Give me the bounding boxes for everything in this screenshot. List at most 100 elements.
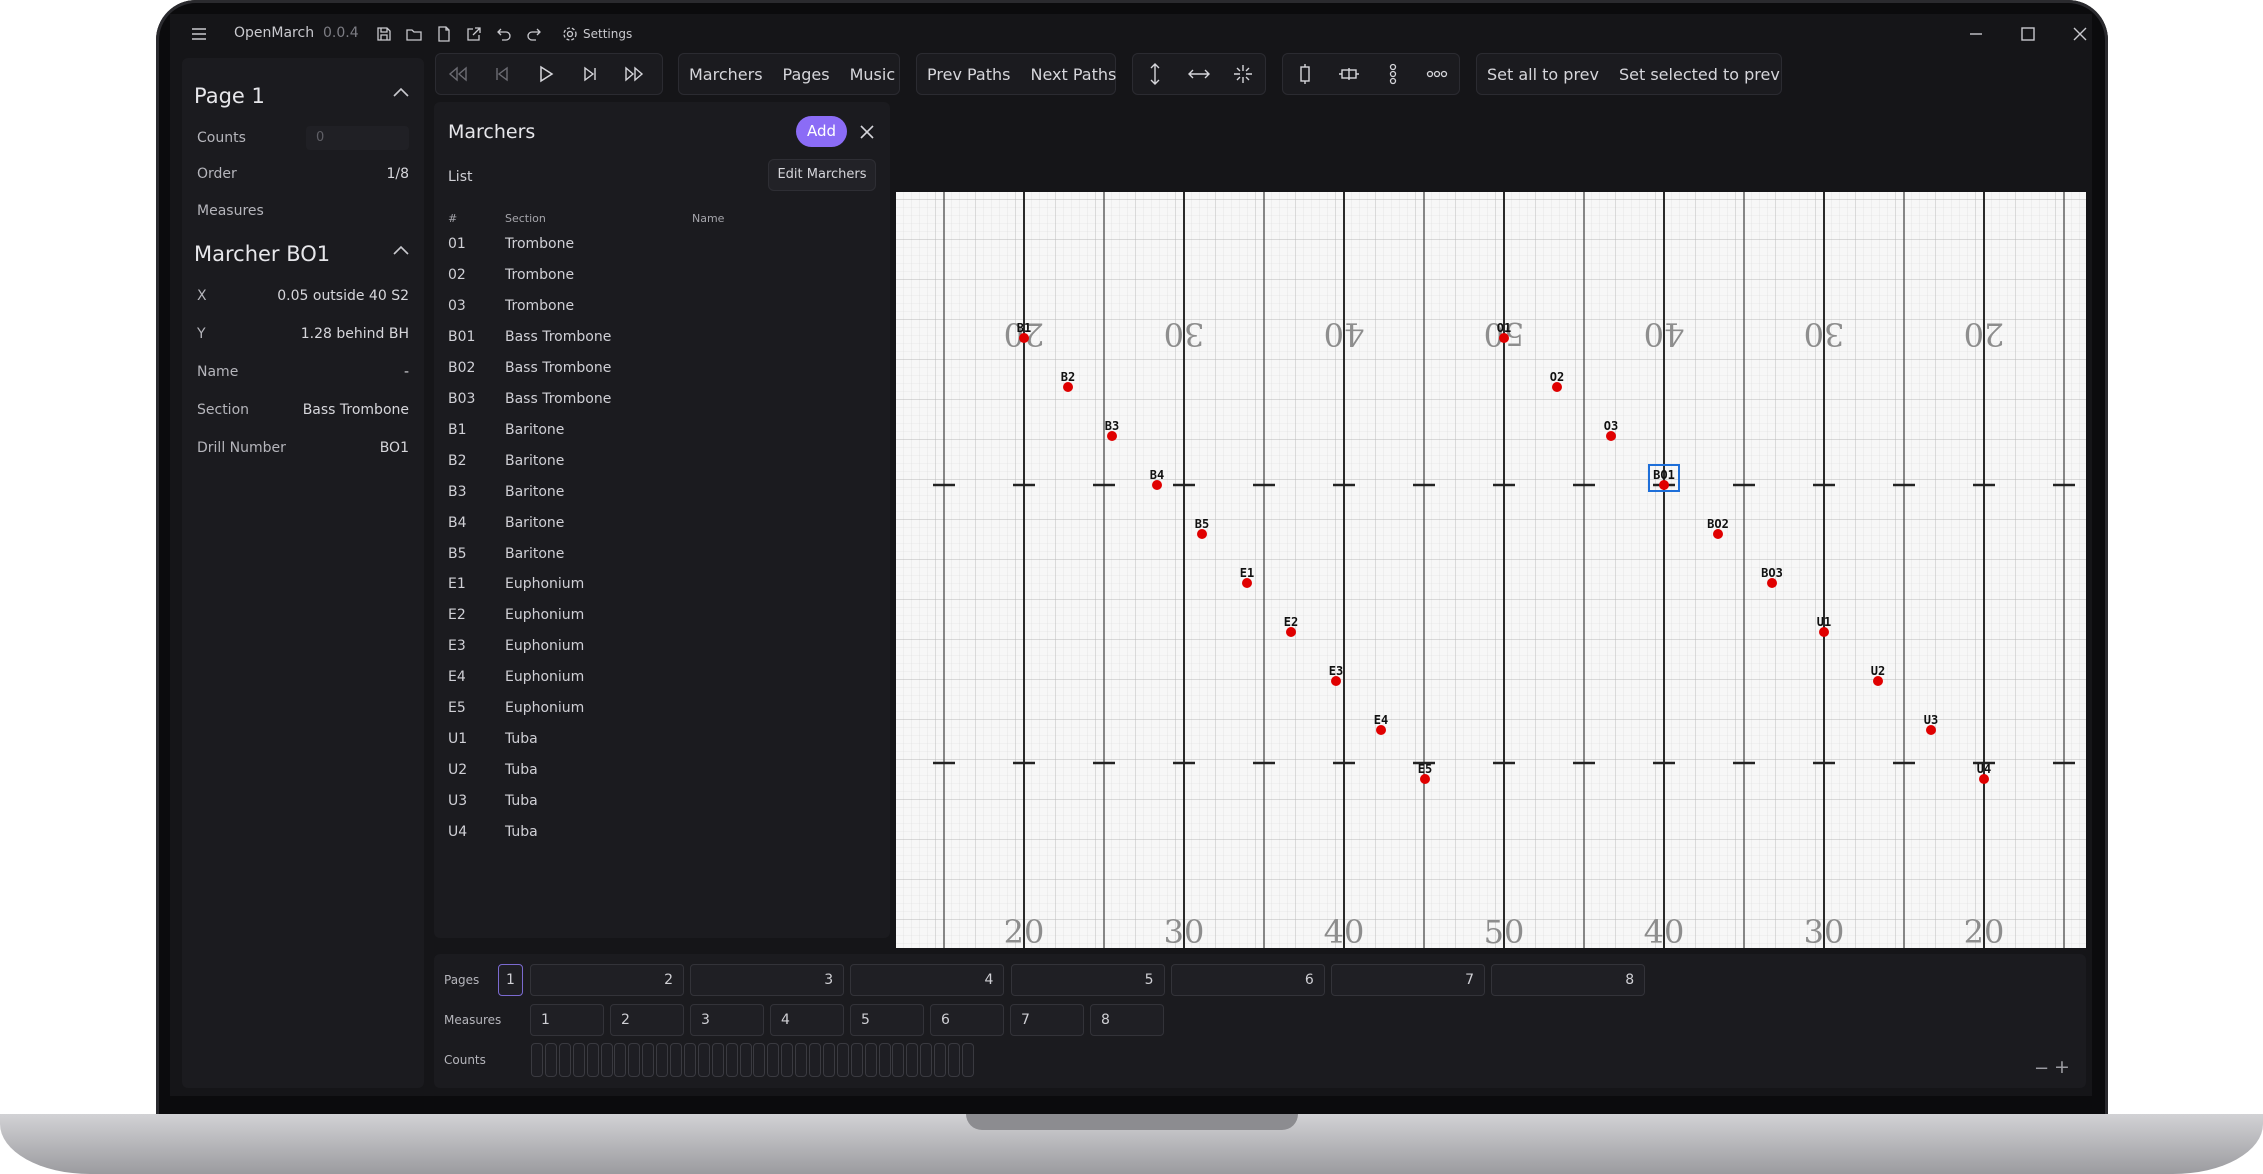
timeline-page[interactable]: 5 <box>1010 964 1165 996</box>
timeline-count[interactable] <box>572 1043 585 1077</box>
timeline-count[interactable] <box>878 1043 891 1077</box>
zoom-in-icon[interactable]: + <box>2054 1056 2070 1078</box>
timeline-count[interactable] <box>822 1043 835 1077</box>
distribute-vertical-icon[interactable] <box>1371 53 1415 95</box>
set-all-to-prev-button[interactable]: Set all to prev <box>1477 65 1609 84</box>
marchers-view-button[interactable]: Marchers <box>679 65 773 84</box>
timeline-count[interactable] <box>850 1043 863 1077</box>
timeline-measure[interactable]: 2 <box>610 1004 684 1036</box>
timeline-page[interactable]: 2 <box>530 964 684 996</box>
export-icon[interactable] <box>465 25 483 43</box>
timeline-count[interactable] <box>809 1043 821 1077</box>
timeline-measure[interactable]: 5 <box>850 1004 924 1036</box>
timeline-count[interactable] <box>836 1043 849 1077</box>
save-icon[interactable] <box>375 25 393 43</box>
settings-button[interactable]: Settings <box>562 25 632 43</box>
table-row[interactable]: B01 Bass Trombone <box>434 322 890 353</box>
menu-icon[interactable] <box>190 25 208 43</box>
table-row[interactable]: E4 Euphonium <box>434 662 890 693</box>
table-row[interactable]: E5 Euphonium <box>434 693 890 724</box>
timeline-measure[interactable]: 6 <box>930 1004 1004 1036</box>
next-paths-button[interactable]: Next Paths <box>1020 65 1126 84</box>
prev-paths-button[interactable]: Prev Paths <box>917 65 1020 84</box>
timeline-count[interactable] <box>697 1043 710 1077</box>
timeline-count[interactable] <box>767 1043 780 1077</box>
table-row[interactable]: E1 Euphonium <box>434 569 890 600</box>
table-row[interactable]: B5 Baritone <box>434 539 890 570</box>
timeline-count[interactable] <box>683 1043 696 1077</box>
timeline-count[interactable] <box>934 1043 947 1077</box>
timeline-count[interactable] <box>781 1043 794 1077</box>
timeline-count[interactable] <box>656 1043 669 1077</box>
edit-marchers-button[interactable]: Edit Marchers <box>768 159 876 191</box>
timeline-count[interactable] <box>558 1043 571 1077</box>
timeline-count[interactable] <box>906 1043 919 1077</box>
table-row[interactable]: U4 Tuba <box>434 817 890 848</box>
zoom-out-icon[interactable]: − <box>2034 1058 2049 1079</box>
distribute-horizontal-icon[interactable] <box>1415 53 1459 95</box>
table-row[interactable]: B4 Baritone <box>434 508 890 539</box>
align-vertical-icon[interactable] <box>1283 53 1327 95</box>
timeline-count[interactable] <box>892 1043 905 1077</box>
timeline-measure[interactable]: 3 <box>690 1004 764 1036</box>
table-row[interactable]: 03 Trombone <box>434 291 890 322</box>
timeline-count[interactable] <box>795 1043 808 1077</box>
timeline-count[interactable] <box>948 1043 960 1077</box>
undo-icon[interactable] <box>495 25 513 43</box>
skip-back-icon[interactable] <box>480 53 524 95</box>
align-horizontal-icon[interactable] <box>1327 53 1371 95</box>
table-row[interactable]: U2 Tuba <box>434 755 890 786</box>
timeline-page-1[interactable]: 1 <box>498 964 523 996</box>
minimize-icon[interactable] <box>1950 14 2002 54</box>
close-icon[interactable] <box>859 124 875 140</box>
timeline-count[interactable] <box>600 1043 613 1077</box>
timeline-count[interactable] <box>725 1043 738 1077</box>
timeline-measure[interactable]: 4 <box>770 1004 844 1036</box>
timeline-page[interactable]: 6 <box>1170 964 1325 996</box>
open-folder-icon[interactable] <box>405 25 423 43</box>
chevron-up-icon[interactable] <box>390 82 412 104</box>
close-icon[interactable] <box>2054 14 2092 54</box>
table-row[interactable]: B2 Baritone <box>434 446 890 477</box>
skip-forward-icon[interactable] <box>568 53 612 95</box>
timeline-count[interactable] <box>864 1043 877 1077</box>
timeline-count[interactable] <box>711 1043 724 1077</box>
football-field-canvas[interactable]: 20304050403020 20304050403020 B1B2B3B4B5… <box>896 192 2086 948</box>
timeline-count[interactable] <box>920 1043 933 1077</box>
timeline-count[interactable] <box>642 1043 655 1077</box>
timeline-count[interactable] <box>586 1043 599 1077</box>
timeline-measure[interactable]: 1 <box>530 1004 604 1036</box>
timeline-measure[interactable]: 8 <box>1090 1004 1164 1036</box>
table-row[interactable]: B03 Bass Trombone <box>434 384 890 415</box>
timeline-count[interactable] <box>670 1043 682 1077</box>
timeline-page[interactable]: 3 <box>690 964 845 996</box>
timeline-measure[interactable]: 7 <box>1010 1004 1084 1036</box>
maximize-icon[interactable] <box>2002 14 2054 54</box>
rewind-icon[interactable] <box>436 53 480 95</box>
table-row[interactable]: E3 Euphonium <box>434 631 890 662</box>
add-marcher-button[interactable]: Add <box>796 116 847 147</box>
set-selected-to-prev-button[interactable]: Set selected to prev <box>1609 65 1790 84</box>
counts-input[interactable]: 0 <box>306 126 409 150</box>
redo-icon[interactable] <box>525 25 543 43</box>
table-row[interactable]: E2 Euphonium <box>434 600 890 631</box>
timeline-count[interactable] <box>739 1043 752 1077</box>
horizontal-arrows-icon[interactable] <box>1177 53 1221 95</box>
vertical-arrows-icon[interactable] <box>1133 53 1177 95</box>
timeline-page[interactable]: 8 <box>1491 964 1646 996</box>
table-row[interactable]: 01 Trombone <box>434 229 890 260</box>
play-icon[interactable] <box>524 53 568 95</box>
table-row[interactable]: U1 Tuba <box>434 724 890 755</box>
timeline-count[interactable] <box>753 1043 766 1077</box>
music-view-button[interactable]: Music <box>840 65 906 84</box>
table-row[interactable]: B3 Baritone <box>434 477 890 508</box>
pages-view-button[interactable]: Pages <box>773 65 840 84</box>
table-row[interactable]: B02 Bass Trombone <box>434 353 890 384</box>
fast-forward-icon[interactable] <box>612 53 656 95</box>
timeline-count[interactable] <box>614 1043 627 1077</box>
table-row[interactable]: B1 Baritone <box>434 415 890 446</box>
new-file-icon[interactable] <box>435 25 453 43</box>
timeline-count[interactable] <box>544 1043 557 1077</box>
timeline-count[interactable] <box>531 1043 543 1077</box>
timeline-count[interactable] <box>628 1043 641 1077</box>
